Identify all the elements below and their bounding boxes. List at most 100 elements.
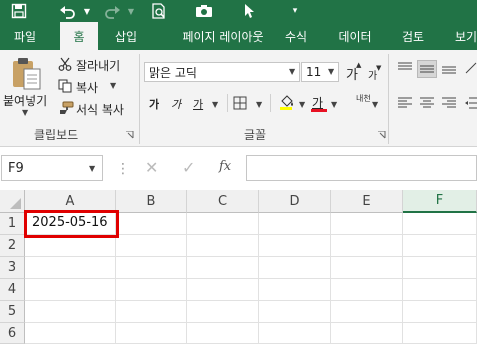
cell-e4[interactable] <box>331 279 403 301</box>
row-header-6[interactable]: 6 <box>0 323 25 344</box>
font-name-dropdown-icon[interactable]: ▼ <box>289 67 295 76</box>
cell-c2[interactable] <box>187 235 259 257</box>
tab-page-layout[interactable]: 페이지 레이아웃 <box>158 22 288 50</box>
cell-e2[interactable] <box>331 235 403 257</box>
align-center-icon[interactable] <box>420 97 434 109</box>
cell-c1[interactable] <box>187 213 259 235</box>
cell-f3[interactable] <box>403 257 477 279</box>
enter-icon[interactable]: ✓ <box>182 158 195 177</box>
paste-icon[interactable] <box>10 55 44 91</box>
cell-f2[interactable] <box>403 235 477 257</box>
cell-b4[interactable] <box>116 279 187 301</box>
insert-function-icon[interactable]: fx <box>219 159 231 174</box>
cell-a3[interactable] <box>25 257 116 279</box>
format-painter-button[interactable]: 서식 복사 <box>76 101 124 118</box>
camera-icon[interactable] <box>190 0 218 22</box>
font-size-dropdown-icon[interactable]: ▼ <box>328 67 334 76</box>
cell-b2[interactable] <box>116 235 187 257</box>
font-color-dropdown-icon[interactable]: ▼ <box>331 100 337 109</box>
underline-button[interactable]: 가 <box>193 96 203 112</box>
font-dialog-launcher-icon[interactable] <box>378 128 386 139</box>
cell-c4[interactable] <box>187 279 259 301</box>
phonetic-dropdown-icon[interactable]: ▼ <box>372 100 378 109</box>
align-left-icon[interactable] <box>398 97 412 109</box>
row-header-5[interactable]: 5 <box>0 301 25 323</box>
cell-a5[interactable] <box>25 301 116 323</box>
column-header-f[interactable]: F <box>403 190 477 213</box>
column-header-c[interactable]: C <box>187 190 259 213</box>
orientation-icon[interactable] <box>465 62 477 74</box>
underline-dropdown-icon[interactable]: ▼ <box>212 100 218 109</box>
tab-insert[interactable]: 삽입 <box>104 22 148 50</box>
column-header-d[interactable]: D <box>259 190 331 213</box>
decrease-indent-icon[interactable] <box>465 97 477 109</box>
column-header-e[interactable]: E <box>331 190 403 213</box>
formula-bar-splitter-icon[interactable]: ⋮ <box>116 161 130 177</box>
print-preview-icon[interactable] <box>146 0 172 22</box>
cell-a4[interactable] <box>25 279 116 301</box>
borders-dropdown-icon[interactable]: ▼ <box>256 100 262 109</box>
align-top-icon[interactable] <box>398 62 412 74</box>
cell-b5[interactable] <box>116 301 187 323</box>
row-header-1[interactable]: 1 <box>0 213 25 235</box>
undo-dropdown-icon[interactable]: ▼ <box>82 0 92 22</box>
tab-review[interactable]: 검토 <box>390 22 436 50</box>
cell-d2[interactable] <box>259 235 331 257</box>
paste-dropdown-icon[interactable]: ▼ <box>22 108 28 117</box>
phonetic-guide-button[interactable]: 내천 <box>356 93 371 104</box>
cell-f1[interactable] <box>403 213 477 235</box>
align-right-icon[interactable] <box>442 97 456 109</box>
bold-button[interactable]: 가 <box>149 96 159 112</box>
undo-icon[interactable] <box>54 0 80 22</box>
formula-input[interactable] <box>246 155 477 181</box>
align-middle-icon[interactable] <box>417 60 437 78</box>
cell-b6[interactable] <box>116 323 187 344</box>
row-header-2[interactable]: 2 <box>0 235 25 257</box>
cut-icon[interactable] <box>58 57 72 71</box>
cell-f5[interactable] <box>403 301 477 323</box>
cell-d4[interactable] <box>259 279 331 301</box>
cell-d6[interactable] <box>259 323 331 344</box>
cell-f4[interactable] <box>403 279 477 301</box>
tab-data[interactable]: 데이터 <box>328 22 382 50</box>
row-header-3[interactable]: 3 <box>0 257 25 279</box>
tab-file[interactable]: 파일 <box>0 22 50 50</box>
customize-quick-access-icon[interactable]: ▾ <box>286 0 304 22</box>
save-icon[interactable] <box>6 0 32 22</box>
cell-f6[interactable] <box>403 323 477 344</box>
copy-button[interactable]: 복사 <box>76 79 98 96</box>
fill-color-dropdown-icon[interactable]: ▼ <box>299 100 305 109</box>
font-name-box[interactable]: 맑은 고딕 <box>144 62 300 82</box>
column-header-b[interactable]: B <box>116 190 187 213</box>
align-bottom-icon[interactable] <box>442 62 456 74</box>
tab-formulas[interactable]: 수식 <box>276 22 316 50</box>
cell-d1[interactable] <box>259 213 331 235</box>
clipboard-dialog-launcher-icon[interactable] <box>126 128 134 139</box>
cut-button[interactable]: 잘라내기 <box>76 57 120 74</box>
italic-button[interactable]: 가 <box>171 96 181 112</box>
cell-e5[interactable] <box>331 301 403 323</box>
row-header-4[interactable]: 4 <box>0 279 25 301</box>
format-painter-icon[interactable] <box>58 101 74 115</box>
paste-button[interactable]: 붙여넣기 <box>3 92 47 109</box>
cell-d3[interactable] <box>259 257 331 279</box>
cell-c5[interactable] <box>187 301 259 323</box>
cell-c3[interactable] <box>187 257 259 279</box>
cell-b1[interactable] <box>116 213 187 235</box>
cell-e3[interactable] <box>331 257 403 279</box>
cancel-icon[interactable]: ✕ <box>145 158 158 177</box>
name-box-dropdown-icon[interactable]: ▼ <box>89 164 95 173</box>
cell-c6[interactable] <box>187 323 259 344</box>
cell-e6[interactable] <box>331 323 403 344</box>
copy-icon[interactable] <box>58 79 72 93</box>
copy-dropdown-icon[interactable]: ▼ <box>110 81 116 90</box>
tab-view[interactable]: 보기 <box>446 22 477 50</box>
borders-icon[interactable] <box>233 96 247 110</box>
cell-a2[interactable] <box>25 235 116 257</box>
tab-home[interactable]: 홈 <box>60 22 98 50</box>
select-pointer-icon[interactable] <box>238 0 262 22</box>
fill-color-icon[interactable] <box>279 94 295 110</box>
cell-b3[interactable] <box>116 257 187 279</box>
cell-a6[interactable] <box>25 323 116 344</box>
cell-d5[interactable] <box>259 301 331 323</box>
